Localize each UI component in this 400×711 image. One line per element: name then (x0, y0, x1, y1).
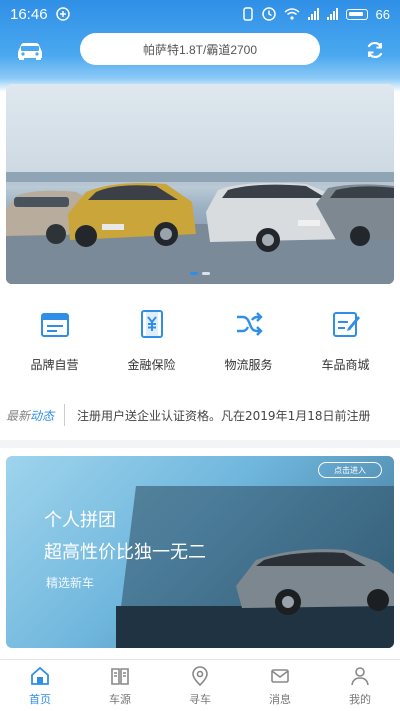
tab-profile[interactable]: 我的 (325, 665, 395, 707)
user-icon (351, 666, 369, 685)
finance-icon (140, 310, 163, 338)
news-tag-prefix: 最新 (6, 408, 31, 423)
location-icon (192, 665, 208, 686)
tab-label: 车源 (109, 692, 131, 706)
section-divider (0, 440, 400, 448)
logistics-shuffle-icon (236, 312, 263, 336)
enter-button[interactable]: 点击进入 (318, 462, 382, 478)
shortcut-label: 车品商城 (321, 358, 370, 372)
shortcut-label: 品牌自营 (30, 358, 79, 372)
banner-car-image (6, 172, 394, 284)
group-buy-promo-card[interactable]: 点击进入 个人拼团 超高性价比独一无二 精选新车 (6, 456, 394, 648)
hero-banner[interactable] (6, 84, 394, 284)
banner-dot[interactable] (202, 272, 210, 275)
tab-find-car[interactable]: 寻车 (165, 665, 235, 707)
alarm-icon (261, 7, 276, 21)
message-icon (271, 668, 289, 683)
top-navigation: 帕萨特1.8T/霸道2700 (0, 32, 400, 68)
tab-messages[interactable]: 消息 (245, 665, 315, 707)
banner-dot-active[interactable] (190, 272, 198, 275)
shortcut-grid: 品牌自营 金融保险 物流服务 车品商城 (0, 308, 400, 380)
refresh-icon[interactable] (364, 39, 386, 61)
banner-pagination (0, 272, 400, 275)
promo-subtitle: 超高性价比独一无二 (44, 542, 206, 563)
vibrate-icon (242, 7, 253, 21)
battery-level: 66 (375, 6, 390, 22)
status-bar: 16:46 66 (0, 0, 400, 28)
search-input[interactable]: 帕萨特1.8T/霸道2700 (80, 33, 320, 65)
news-tag: 最新动态 (6, 407, 54, 424)
shortcut-label: 金融保险 (127, 358, 176, 372)
tab-label: 我的 (349, 692, 371, 706)
news-tag-suffix: 动态 (30, 408, 55, 423)
shortcut-brand-store[interactable]: 品牌自营 (10, 308, 100, 380)
news-ticker[interactable]: 最新动态 注册用户送企业认证资格。凡在2019年1月18日前注册 (0, 398, 400, 432)
shortcut-label: 物流服务 (224, 358, 273, 372)
news-text: 注册用户送企业认证资格。凡在2019年1月18日前注册 (77, 408, 371, 423)
promo-note: 精选新车 (46, 576, 95, 590)
tab-car-source[interactable]: 车源 (85, 665, 155, 707)
status-time: 16:46 (10, 5, 48, 23)
store-card-icon (40, 313, 69, 337)
tab-label: 消息 (269, 692, 291, 706)
battery-icon (345, 8, 368, 20)
app-notification-icon (55, 7, 70, 21)
shortcut-finance[interactable]: 金融保险 (107, 308, 197, 380)
wifi-icon (284, 8, 300, 20)
book-icon (111, 667, 129, 685)
search-text: 帕萨特1.8T/霸道2700 (142, 42, 258, 57)
tab-label: 首页 (29, 692, 51, 706)
bottom-tab-bar: 首页 车源 寻车 消息 我的 (0, 659, 400, 711)
car-icon[interactable] (14, 38, 46, 62)
ticker-divider (64, 404, 66, 426)
signal-icon (307, 8, 319, 20)
tab-home[interactable]: 首页 (5, 665, 75, 707)
tab-label: 寻车 (189, 692, 211, 706)
shortcut-logistics[interactable]: 物流服务 (204, 308, 294, 380)
promo-title: 个人拼团 (44, 510, 116, 531)
signal-icon-2 (326, 8, 338, 20)
shortcut-mall[interactable]: 车品商城 (301, 308, 391, 380)
home-icon (31, 666, 49, 685)
mall-edit-icon (332, 312, 360, 337)
